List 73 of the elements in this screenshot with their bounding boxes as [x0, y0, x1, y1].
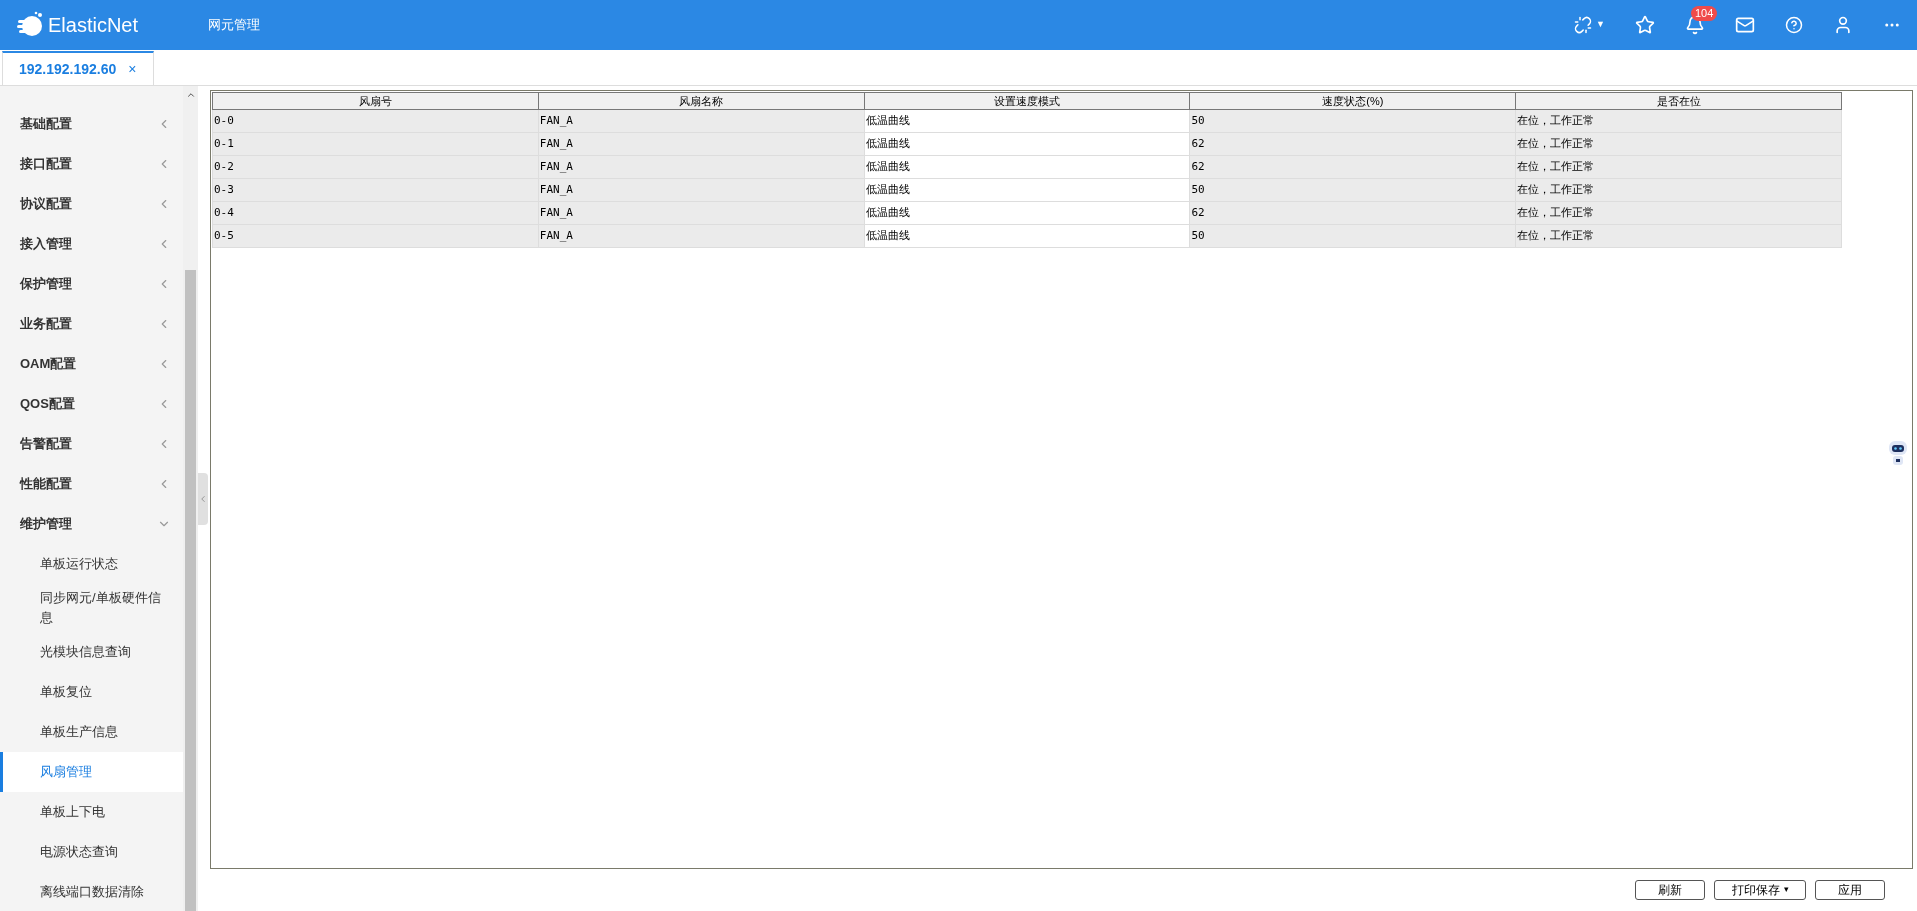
sidebar-item[interactable]: QOS配置 — [0, 384, 183, 424]
sidebar-subitem[interactable]: 单板生产信息 — [0, 712, 183, 752]
logo-icon — [16, 11, 44, 39]
table-cell: 在位，工作正常 — [1515, 224, 1842, 248]
user-icon[interactable] — [1833, 15, 1853, 35]
sidebar-item[interactable]: 保护管理 — [0, 264, 183, 304]
table-cell[interactable]: 低温曲线 — [864, 178, 1190, 202]
page-title: 网元管理 — [208, 16, 260, 35]
table-cell[interactable]: 低温曲线 — [864, 155, 1190, 179]
column-header[interactable]: 是否在位 — [1515, 92, 1842, 110]
mail-icon[interactable] — [1735, 15, 1755, 35]
sidebar-item[interactable]: 接入管理 — [0, 224, 183, 264]
column-header[interactable]: 风扇名称 — [538, 92, 865, 110]
scroll-up-icon[interactable] — [185, 90, 196, 100]
sidebar-subitem[interactable]: 风扇管理 — [0, 752, 183, 792]
table-cell: 62 — [1189, 155, 1516, 179]
sidebar-subitem[interactable]: 单板复位 — [0, 672, 183, 712]
sidebar-item[interactable]: 业务配置 — [0, 304, 183, 344]
table-cell[interactable]: 低温曲线 — [864, 201, 1190, 225]
table-cell: 50 — [1189, 224, 1516, 248]
sidebar-item[interactable]: 接口配置 — [0, 144, 183, 184]
table-cell: 0-5 — [212, 224, 539, 248]
table-cell: FAN_A — [538, 109, 865, 133]
tab[interactable]: 192.192.192.60 × — [2, 51, 154, 85]
table-cell: 0-3 — [212, 178, 539, 202]
sidebar-item[interactable]: 基础配置 — [0, 104, 183, 144]
sidebar-item[interactable]: 维护管理 — [0, 504, 183, 544]
sidebar-subitem[interactable]: 光模块信息查询 — [0, 632, 183, 672]
sidebar-item[interactable]: 告警配置 — [0, 424, 183, 464]
sidebar-item[interactable]: OAM配置 — [0, 344, 183, 384]
sidebar-item[interactable]: 协议配置 — [0, 184, 183, 224]
table-cell: 在位，工作正常 — [1515, 132, 1842, 156]
tab-label: 192.192.192.60 — [19, 59, 117, 79]
column-header[interactable]: 风扇号 — [212, 92, 539, 110]
notification-badge: 104 — [1691, 6, 1718, 21]
star-icon[interactable] — [1635, 15, 1655, 35]
table-cell[interactable]: 低温曲线 — [864, 224, 1190, 248]
sidebar-subitem[interactable]: 同步网元/单板硬件信息 — [0, 584, 183, 632]
table-cell: 在位，工作正常 — [1515, 155, 1842, 179]
table-cell[interactable]: 低温曲线 — [864, 109, 1190, 133]
table-cell: 在位，工作正常 — [1515, 109, 1842, 133]
table-cell: 在位，工作正常 — [1515, 201, 1842, 225]
column-header[interactable]: 设置速度模式 — [864, 92, 1190, 110]
table-cell: FAN_A — [538, 224, 865, 248]
collapse-handle[interactable] — [198, 472, 208, 525]
table-cell[interactable]: 低温曲线 — [864, 132, 1190, 156]
sidebar-subitem[interactable]: 单板上下电 — [0, 792, 183, 832]
table-cell: 0-0 — [212, 109, 539, 133]
sidebar-subitem[interactable]: 单板运行状态 — [0, 544, 183, 584]
sidebar-item[interactable]: 性能配置 — [0, 464, 183, 504]
scrollbar[interactable] — [183, 86, 198, 911]
help-icon[interactable] — [1785, 16, 1803, 34]
table-cell: FAN_A — [538, 155, 865, 179]
action-button[interactable]: 刷新 — [1635, 880, 1705, 900]
table-cell: 0-1 — [212, 132, 539, 156]
menu-button[interactable]: 打印保存 ▾ — [1714, 880, 1806, 900]
table-cell: 在位，工作正常 — [1515, 178, 1842, 202]
table-cell: 0-4 — [212, 201, 539, 225]
table-cell: FAN_A — [538, 178, 865, 202]
tab-close-button[interactable]: × — [128, 58, 137, 80]
table-cell: FAN_A — [538, 201, 865, 225]
bell-icon[interactable] — [1685, 15, 1705, 35]
action-button[interactable]: 应用 — [1815, 880, 1885, 900]
sidebar-subitem[interactable]: 电源状态查询 — [0, 832, 183, 872]
table-cell: 62 — [1189, 201, 1516, 225]
table-cell: 50 — [1189, 178, 1516, 202]
table-cell: 0-2 — [212, 155, 539, 179]
table-cell: 50 — [1189, 109, 1516, 133]
column-header[interactable]: 速度状态(%) — [1189, 92, 1516, 110]
logo-text: ElasticNet — [48, 13, 139, 38]
table-cell: FAN_A — [538, 132, 865, 156]
sidebar-subitem[interactable]: 离线端口数据清除 — [0, 872, 183, 911]
table-cell: 62 — [1189, 132, 1516, 156]
